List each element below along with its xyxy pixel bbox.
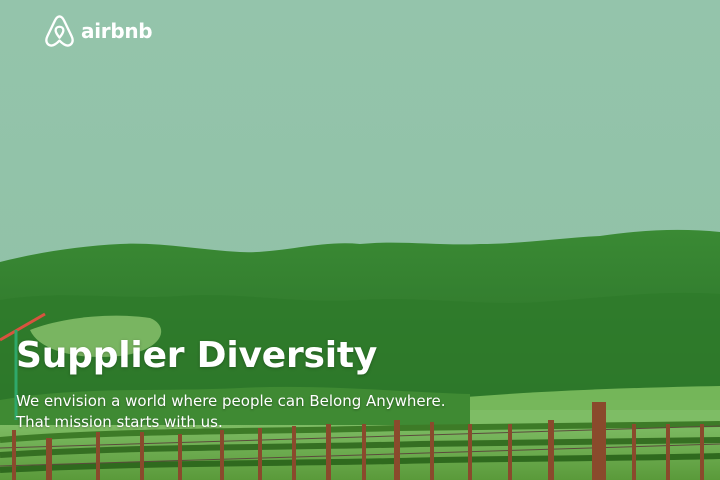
airbnb-belo-icon [45, 15, 74, 47]
hero-subtitle-line-2: That mission starts with us. [16, 413, 223, 431]
hero-subtitle-line-1: We envision a world where people can Bel… [16, 392, 446, 410]
airbnb-logo-link[interactable]: airbnb [44, 14, 153, 48]
hero-copy: Supplier Diversity We envision a world w… [16, 333, 706, 433]
brand-wordmark: airbnb [81, 19, 153, 43]
hero-subtitle: We envision a world where people can Bel… [16, 391, 706, 433]
hero-banner: airbnb Supplier Diversity We envision a … [0, 0, 720, 480]
page-title: Supplier Diversity [16, 335, 378, 376]
